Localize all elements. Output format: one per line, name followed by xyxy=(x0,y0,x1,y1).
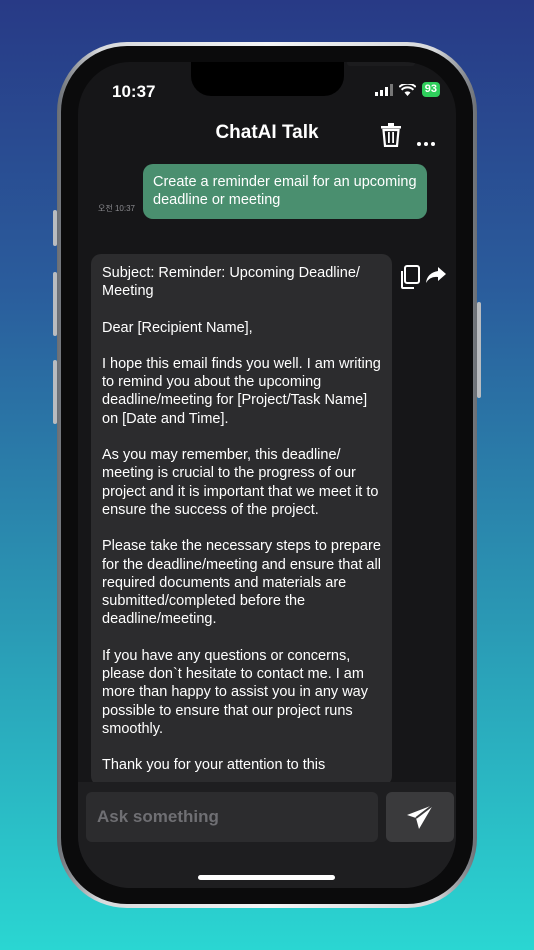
home-indicator xyxy=(198,875,335,880)
copy-icon[interactable] xyxy=(399,265,421,289)
ai-message-paragraph: Dear [Recipient Name], xyxy=(102,319,253,336)
mute-switch xyxy=(53,210,57,246)
status-time: 10:37 xyxy=(112,82,156,101)
user-message-time: 오전 10:37 xyxy=(98,204,135,213)
ai-message-paragraph: If you have any questions or concerns, p… xyxy=(102,647,368,737)
wifi-icon xyxy=(398,83,416,96)
ai-message-paragraph: I hope this email finds you well. I am w… xyxy=(102,355,381,427)
composer-bar: Ask something xyxy=(78,782,456,888)
more-icon[interactable] xyxy=(417,133,438,151)
ai-message-paragraph: As you may remember, this deadline/ meet… xyxy=(102,447,379,518)
user-message-bubble: Create a reminder email for an upcoming … xyxy=(143,164,427,219)
volume-up-button xyxy=(53,272,57,336)
ai-message-paragraph: Please take the necessary steps to prepa… xyxy=(102,538,381,628)
app-screen: 10:37 93 ChatAI Talk 오전 10:37 Create a r… xyxy=(78,62,456,888)
ask-input[interactable]: Ask something xyxy=(86,792,378,842)
ai-message-actions xyxy=(399,265,447,289)
signal-icon xyxy=(374,83,393,96)
battery-indicator: 93 xyxy=(421,82,440,97)
power-button xyxy=(477,302,481,398)
send-button[interactable] xyxy=(386,792,454,842)
trash-icon[interactable] xyxy=(380,123,402,152)
ai-message-paragraph: Subject: Reminder: Upcoming Deadline/ Me… xyxy=(102,265,360,300)
status-icons: 93 xyxy=(374,82,440,97)
speaker xyxy=(347,62,415,66)
ai-message-paragraph: Thank you for your attention to this xyxy=(102,757,326,774)
ai-message-bubble: Subject: Reminder: Upcoming Deadline/ Me… xyxy=(91,254,392,786)
volume-down-button xyxy=(53,360,57,424)
share-icon[interactable] xyxy=(425,265,447,285)
send-icon xyxy=(407,804,434,829)
notch xyxy=(191,62,415,96)
